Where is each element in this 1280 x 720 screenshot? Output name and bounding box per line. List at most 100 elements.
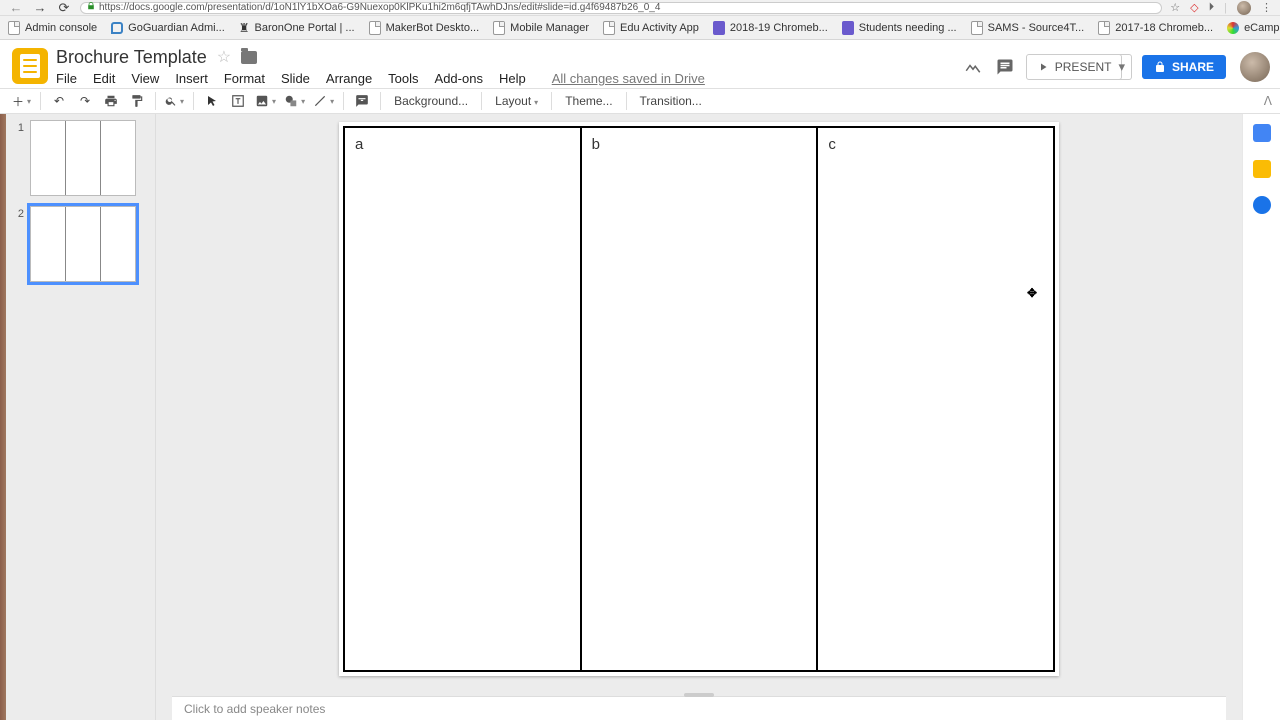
bookmark-item[interactable]: eCampus: Home <box>1227 22 1280 34</box>
calendar-icon[interactable] <box>1253 124 1271 142</box>
goguardian-icon <box>111 22 123 34</box>
collapse-toolbar-icon[interactable]: ᐱ <box>1264 94 1272 108</box>
present-dropdown[interactable]: ▾ <box>1112 54 1132 80</box>
ext-icon-2[interactable]: ⏵ <box>1209 1 1215 14</box>
bookmark-item[interactable]: GoGuardian Admi... <box>111 22 225 34</box>
url-bar[interactable]: https://docs.google.com/presentation/d/1… <box>80 2 1162 14</box>
menu-view[interactable]: View <box>131 71 159 86</box>
menu-addons[interactable]: Add-ons <box>435 71 483 86</box>
select-tool[interactable] <box>201 90 223 112</box>
ext-icon-1[interactable]: ◇ <box>1190 1 1198 14</box>
bookmark-item[interactable]: SAMS - Source4T... <box>971 21 1085 35</box>
save-status[interactable]: All changes saved in Drive <box>552 71 705 86</box>
menu-format[interactable]: Format <box>224 71 265 86</box>
baron-icon: ♜ <box>239 21 250 35</box>
slide-thumbnail-1[interactable] <box>30 120 136 196</box>
share-button[interactable]: SHARE <box>1142 55 1226 79</box>
document-title[interactable]: Brochure Template <box>56 47 207 68</box>
play-icon <box>1037 61 1049 73</box>
back-button: ← <box>8 0 24 15</box>
filmstrip: 1 2 <box>6 114 156 720</box>
side-panel <box>1242 114 1280 720</box>
tasks-icon[interactable] <box>1253 196 1271 214</box>
page-icon <box>8 21 20 35</box>
textbox-tool[interactable] <box>227 90 249 112</box>
slides-logo-icon[interactable] <box>12 48 48 84</box>
comments-icon[interactable] <box>994 56 1016 78</box>
speaker-notes[interactable]: Click to add speaker notes <box>172 696 1226 720</box>
sheets-icon <box>713 21 725 35</box>
browser-right-icons: ☆ ◇ ⏵ | ⋮ <box>1170 1 1272 15</box>
reload-button[interactable]: ⟳ <box>56 0 72 16</box>
notes-placeholder: Click to add speaker notes <box>184 702 325 716</box>
thumb-number: 2 <box>14 206 24 282</box>
table-cell-a[interactable]: a <box>345 128 582 670</box>
url-text: https://docs.google.com/presentation/d/1… <box>99 2 660 13</box>
theme-button[interactable]: Theme... <box>559 94 618 108</box>
bookmark-item[interactable]: Edu Activity App <box>603 21 699 35</box>
menu-arrange[interactable]: Arrange <box>326 71 372 86</box>
chrome-menu-icon[interactable]: ⋮ <box>1261 1 1272 14</box>
shape-tool[interactable] <box>282 90 307 112</box>
app-header: Brochure Template ☆ File Edit View Inser… <box>0 40 1280 88</box>
page-icon <box>369 21 381 35</box>
bookmarks-bar: Admin console GoGuardian Admi... ♜BaronO… <box>0 16 1280 40</box>
redo-button[interactable]: ↷ <box>74 90 96 112</box>
undo-button[interactable]: ↶ <box>48 90 70 112</box>
bookmark-item[interactable]: Mobile Manager <box>493 21 589 35</box>
menu-insert[interactable]: Insert <box>175 71 208 86</box>
comment-button[interactable] <box>351 90 373 112</box>
toolbar: ＋ ↶ ↷ Background... Layout Theme... Tran… <box>0 88 1280 114</box>
sheets-icon <box>842 21 854 35</box>
background-button[interactable]: Background... <box>388 94 474 108</box>
star-icon[interactable]: ☆ <box>1170 1 1180 14</box>
layout-button[interactable]: Layout <box>489 94 544 108</box>
print-button[interactable] <box>100 90 122 112</box>
profile-avatar-icon[interactable] <box>1237 1 1251 15</box>
table-cell-b[interactable]: b <box>582 128 819 670</box>
new-slide-button[interactable]: ＋ <box>10 90 33 112</box>
page-icon <box>971 21 983 35</box>
present-button[interactable]: PRESENT <box>1026 54 1123 80</box>
star-icon[interactable]: ☆ <box>217 47 231 67</box>
lock-icon <box>1154 61 1166 73</box>
paint-format-button[interactable] <box>126 90 148 112</box>
ecampus-icon <box>1227 22 1239 34</box>
keep-icon[interactable] <box>1253 160 1271 178</box>
bookmark-item[interactable]: ♜BaronOne Portal | ... <box>239 21 355 35</box>
account-avatar[interactable] <box>1240 52 1270 82</box>
menu-help[interactable]: Help <box>499 71 526 86</box>
image-tool[interactable] <box>253 90 278 112</box>
browser-nav-bar: ← → ⟳ https://docs.google.com/presentati… <box>0 0 1280 16</box>
notes-resize-handle[interactable] <box>684 693 714 697</box>
slide-canvas[interactable]: a b c ✥ <box>339 122 1059 676</box>
bookmark-item[interactable]: Students needing ... <box>842 21 957 35</box>
menu-file[interactable]: File <box>56 71 77 86</box>
activity-icon[interactable] <box>962 56 984 78</box>
move-cursor-icon: ✥ <box>1027 286 1037 300</box>
bookmark-item[interactable]: 2017-18 Chromeb... <box>1098 21 1213 35</box>
line-tool[interactable] <box>311 90 336 112</box>
bookmark-item[interactable]: MakerBot Deskto... <box>369 21 480 35</box>
slide-table[interactable]: a b c ✥ <box>343 126 1055 672</box>
thumb-number: 1 <box>14 120 24 196</box>
zoom-button[interactable] <box>163 90 186 112</box>
forward-button[interactable]: → <box>32 0 48 15</box>
table-cell-c[interactable]: c ✥ <box>818 128 1053 670</box>
bookmark-item[interactable]: 2018-19 Chromeb... <box>713 21 828 35</box>
page-icon <box>1098 21 1110 35</box>
menu-bar: File Edit View Insert Format Slide Arran… <box>56 71 962 86</box>
page-icon <box>603 21 615 35</box>
menu-tools[interactable]: Tools <box>388 71 418 86</box>
ext-divider: | <box>1224 2 1227 14</box>
menu-edit[interactable]: Edit <box>93 71 115 86</box>
slide-thumbnail-2[interactable] <box>30 206 136 282</box>
main-area: 1 2 a b c ✥ C <box>0 114 1280 720</box>
bookmark-item[interactable]: Admin console <box>8 21 97 35</box>
transition-button[interactable]: Transition... <box>634 94 708 108</box>
canvas-area: a b c ✥ Click to add speaker notes <box>156 114 1242 720</box>
page-icon <box>493 21 505 35</box>
menu-slide[interactable]: Slide <box>281 71 310 86</box>
lock-icon <box>87 2 95 13</box>
move-folder-icon[interactable] <box>241 51 257 64</box>
